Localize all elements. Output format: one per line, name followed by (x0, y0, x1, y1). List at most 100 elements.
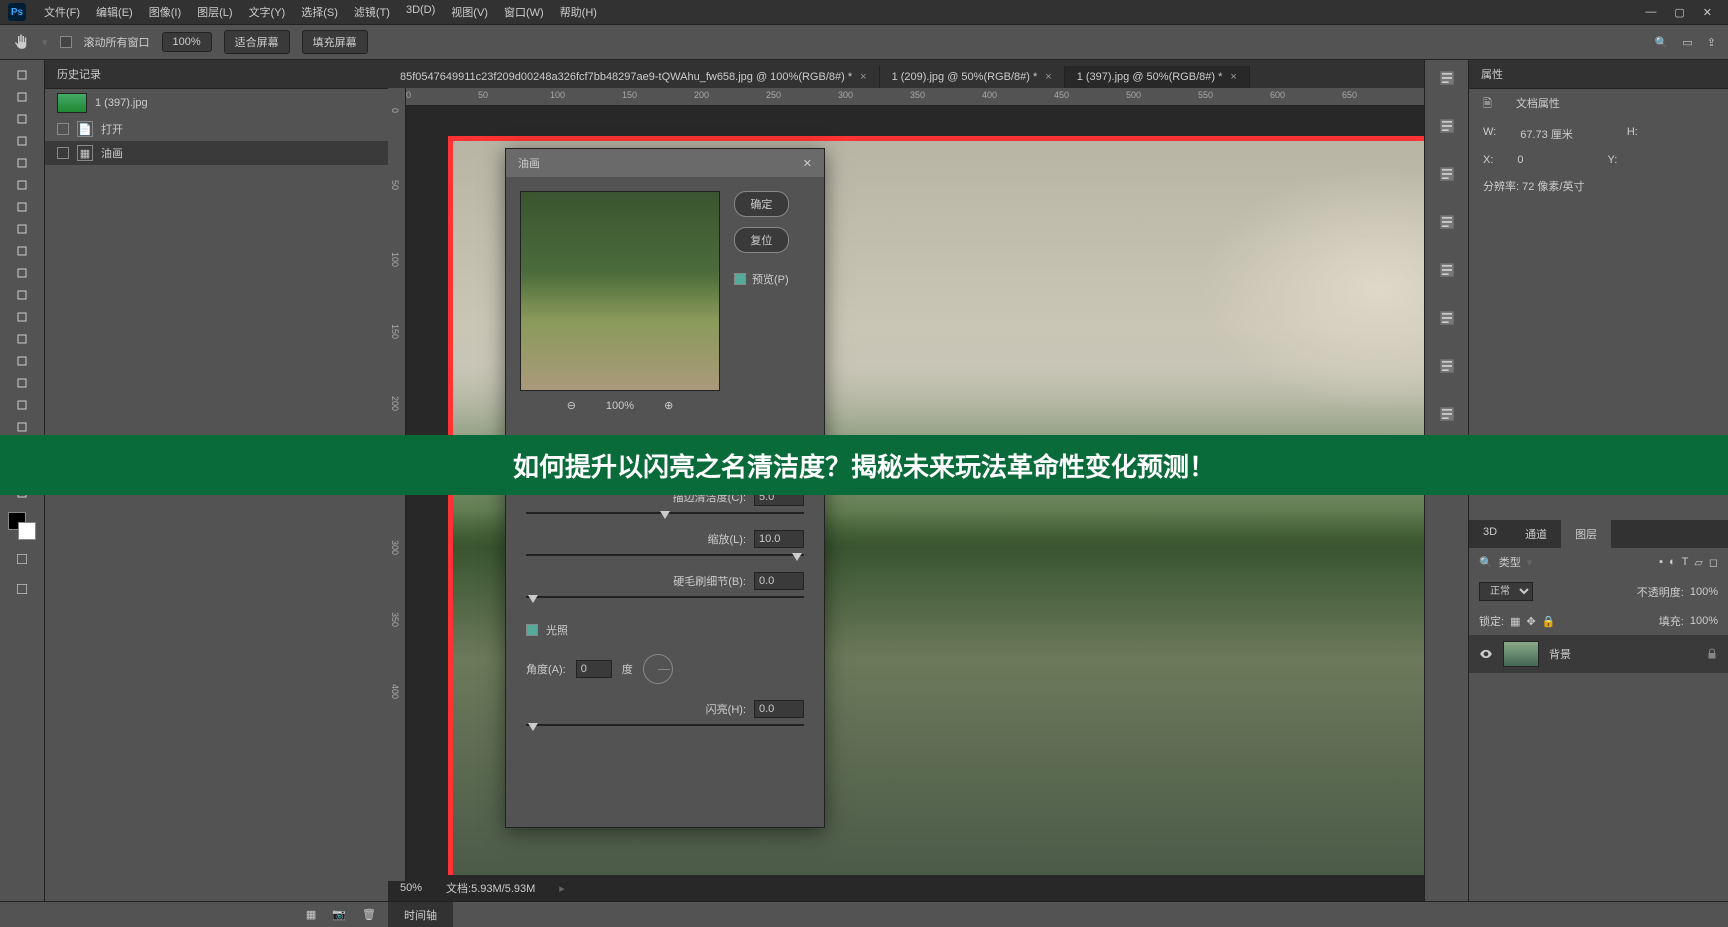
new-snapshot-icon[interactable]: ▦ (306, 908, 316, 921)
shine-slider[interactable] (526, 724, 804, 726)
dodge-tool[interactable] (6, 350, 38, 372)
lock-all-icon[interactable]: 🔒 (1542, 615, 1556, 628)
fit-screen-button[interactable]: 适合屏幕 (224, 30, 290, 54)
pen-tool[interactable] (6, 372, 38, 394)
dialog-close-icon[interactable]: ✕ (803, 157, 812, 170)
search-icon[interactable]: 🔍 (1655, 36, 1669, 49)
history-snapshot[interactable]: 1 (397).jpg (45, 89, 388, 117)
ok-button[interactable]: 确定 (734, 191, 789, 217)
shine-input[interactable] (754, 700, 804, 718)
zoom-in-icon[interactable]: ⊕ (664, 399, 673, 412)
stroke-clean-slider[interactable] (526, 512, 804, 514)
eraser-tool[interactable] (6, 284, 38, 306)
share-icon[interactable]: ⇪ (1707, 36, 1716, 49)
menu-编辑(E)[interactable]: 编辑(E) (90, 2, 139, 22)
eyedrop-tool[interactable] (6, 174, 38, 196)
move-tool[interactable] (6, 64, 38, 86)
scroll-all-checkbox[interactable] (60, 36, 72, 48)
document-tab[interactable]: 1 (397).jpg @ 50%(RGB/8#) *× (1065, 66, 1250, 88)
workspace-icon[interactable]: ▭ (1682, 36, 1692, 49)
doc-size-status[interactable]: 文档:5.93M/5.93M (446, 880, 535, 896)
filter-smart-icon[interactable]: ◻ (1709, 556, 1718, 569)
play-icon[interactable] (1437, 164, 1457, 184)
gradient-tool[interactable] (6, 306, 38, 328)
filter-preview[interactable] (520, 191, 720, 391)
fill-screen-button[interactable]: 填充屏幕 (302, 30, 368, 54)
lighting-checkbox[interactable] (526, 624, 538, 636)
crop-tool[interactable] (6, 152, 38, 174)
menu-3D(D)[interactable]: 3D(D) (400, 2, 441, 22)
history-tab[interactable]: 历史记录 (45, 60, 388, 89)
history-step-oilpaint[interactable]: ▦ 油画 (45, 141, 388, 165)
scale-input[interactable] (754, 530, 804, 548)
wand-tool[interactable] (6, 130, 38, 152)
status-bar: 50% 文档:5.93M/5.93M ▸ (388, 875, 1424, 901)
filter-shape-icon[interactable]: ▱ (1694, 556, 1702, 569)
menu-帮助(H)[interactable]: 帮助(H) (554, 2, 603, 22)
filter-adjust-icon[interactable]: ◐ (1669, 556, 1676, 569)
menu-选择(S)[interactable]: 选择(S) (295, 2, 344, 22)
scale-slider[interactable] (526, 554, 804, 556)
layer-background[interactable]: 背景 (1469, 635, 1728, 673)
lock-position-icon[interactable]: ✥ (1526, 615, 1535, 628)
maximize-icon[interactable]: ▢ (1674, 6, 1684, 19)
blend-mode-select[interactable]: 正常 (1479, 582, 1533, 601)
screen-mode-icon[interactable] (6, 578, 38, 600)
panel-tab-通道[interactable]: 通道 (1511, 520, 1561, 548)
hand-tool-icon (12, 33, 30, 51)
paragraph-icon[interactable] (1437, 260, 1457, 280)
brush-preset-icon[interactable] (1437, 68, 1457, 88)
reset-button[interactable]: 复位 (734, 227, 789, 253)
cross-icon[interactable] (1437, 308, 1457, 328)
background-color[interactable] (18, 522, 36, 540)
menu-文字(Y)[interactable]: 文字(Y) (243, 2, 292, 22)
glyph-icon[interactable] (1437, 404, 1457, 424)
visibility-icon[interactable] (1479, 647, 1493, 661)
lasso-tool[interactable] (6, 108, 38, 130)
close-tab-icon[interactable]: × (1045, 71, 1051, 83)
heal-tool[interactable] (6, 196, 38, 218)
bristle-slider[interactable] (526, 596, 804, 598)
lock-pixels-icon[interactable]: ▦ (1510, 615, 1520, 628)
history-brush-tool[interactable] (6, 262, 38, 284)
marquee-tool[interactable] (6, 86, 38, 108)
snapshot-thumb (57, 93, 87, 113)
zoom-out-icon[interactable]: ⊖ (567, 399, 576, 412)
minimize-icon[interactable]: — (1645, 6, 1656, 19)
stamp-tool[interactable] (6, 240, 38, 262)
close-tab-icon[interactable]: × (860, 71, 866, 83)
bristle-input[interactable] (754, 572, 804, 590)
angle-dial[interactable] (643, 654, 673, 684)
document-tab[interactable]: 1 (209).jpg @ 50%(RGB/8#) *× (880, 66, 1065, 88)
filter-type-icon[interactable]: T (1682, 556, 1689, 569)
preview-checkbox-label[interactable]: 预览(P) (752, 271, 789, 287)
panel-tab-3D[interactable]: 3D (1469, 520, 1511, 548)
timeline-tab[interactable]: 时间轴 (388, 902, 453, 927)
menu-文件(F)[interactable]: 文件(F) (38, 2, 86, 22)
history-step-open[interactable]: 📄 打开 (45, 117, 388, 141)
menu-视图(V)[interactable]: 视图(V) (445, 2, 494, 22)
zoom-status[interactable]: 50% (400, 882, 422, 894)
quick-mask-icon[interactable] (6, 548, 38, 570)
zoom-100-button[interactable]: 100% (162, 32, 212, 52)
angle-input[interactable] (576, 660, 612, 678)
cc-icon[interactable] (1437, 356, 1457, 376)
close-tab-icon[interactable]: × (1230, 71, 1236, 83)
type-panel-icon[interactable] (1437, 212, 1457, 232)
brush-tool[interactable] (6, 218, 38, 240)
menu-滤镜(T)[interactable]: 滤镜(T) (348, 2, 396, 22)
document-tab[interactable]: 85f0547649911c23f209d00248a326fcf7bb4829… (388, 66, 880, 88)
menu-图层(L)[interactable]: 图层(L) (191, 2, 238, 22)
type-tool[interactable] (6, 394, 38, 416)
delete-state-icon[interactable]: 🗑 (362, 908, 376, 921)
new-doc-icon[interactable]: 📷 (332, 908, 346, 921)
menu-窗口(W)[interactable]: 窗口(W) (498, 2, 550, 22)
properties-tab[interactable]: 属性 (1469, 60, 1728, 89)
close-icon[interactable]: ✕ (1703, 6, 1712, 19)
preview-zoom: 100% (606, 400, 634, 412)
history-icon[interactable] (1437, 116, 1457, 136)
panel-tab-图层[interactable]: 图层 (1561, 520, 1611, 548)
filter-pixel-icon[interactable]: ▪ (1659, 556, 1663, 569)
menu-图像(I)[interactable]: 图像(I) (143, 2, 187, 22)
blur-tool[interactable] (6, 328, 38, 350)
